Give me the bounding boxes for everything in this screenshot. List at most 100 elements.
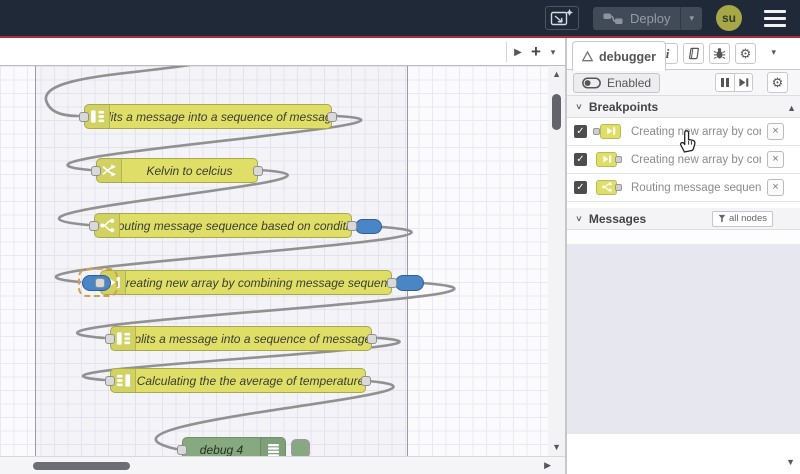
avatar-initials: su (721, 11, 736, 25)
breakpoints-section-header[interactable]: ∨ Breakpoints (567, 96, 800, 118)
add-flow-button[interactable]: + (527, 38, 545, 66)
config-tab-button[interactable]: ⚙ (735, 43, 756, 64)
scroll-down-icon[interactable]: ▼ (552, 443, 561, 452)
remove-breakpoint-button[interactable]: × (767, 123, 784, 140)
output-port[interactable] (327, 112, 337, 122)
input-port[interactable] (105, 376, 115, 386)
breakpoint-row[interactable]: ✓ Creating new array by combining messag… (567, 118, 800, 146)
debugger-settings-button[interactable]: ⚙ (767, 72, 788, 93)
sidebar-scroll-down-icon[interactable]: ▼ (786, 458, 795, 467)
input-port[interactable] (89, 221, 99, 231)
canvas-vertical-scrollbar[interactable]: ▲ ▼ (548, 66, 565, 456)
step-button[interactable] (734, 73, 753, 92)
breakpoint-label: Creating new array by combining message … (631, 153, 761, 166)
flow-node-change[interactable]: Kelvin to celcius (91, 158, 263, 183)
node-label: Splits a message into a sequence of mess… (136, 331, 371, 346)
flow-node-average[interactable]: Calculating the the average of temperatu… (105, 368, 371, 393)
remove-breakpoint-button[interactable]: × (767, 179, 784, 196)
breakpoint-pill-output[interactable] (355, 219, 382, 234)
input-port[interactable] (91, 166, 101, 176)
flow-node-split-1[interactable]: Splits a message into a sequence of mess… (79, 104, 337, 129)
node-label: Creating new array by combining message … (126, 275, 391, 290)
caret-down-icon: ▾ (689, 12, 694, 23)
flow-canvas[interactable]: Splits a message into a sequence of mess… (0, 66, 565, 456)
breakpoint-row[interactable]: ✓ Routing message sequence based on cond… (567, 174, 800, 202)
section-title: Breakpoints (588, 99, 659, 114)
flow-tab-strip: ▶ + ▾ (0, 38, 565, 66)
node-label: Routing message sequence based on condit… (120, 218, 351, 233)
node-label: debug 4 (199, 442, 244, 457)
input-port[interactable] (95, 278, 105, 288)
output-port[interactable] (347, 221, 357, 231)
breakpoint-checkbox[interactable]: ✓ (574, 125, 587, 138)
remove-breakpoint-button[interactable]: × (767, 151, 784, 168)
deploy-label: Deploy (630, 10, 671, 26)
deploy-button[interactable]: Deploy ▾ (593, 6, 702, 30)
debug-tab-button[interactable] (709, 43, 730, 64)
sidebar: debugger i ⚙ ▾ Enabled ⚙ ∨ Breakpoints ✓… (565, 38, 800, 474)
deploy-options-caret[interactable]: ▾ (680, 6, 702, 30)
caret-down-icon: ▾ (550, 46, 556, 57)
debug-list-icon (260, 438, 285, 456)
input-port[interactable] (177, 445, 187, 455)
enabled-label: Enabled (607, 76, 652, 90)
node-label: Splits a message into a sequence of mess… (110, 109, 331, 124)
user-avatar[interactable]: su (716, 5, 742, 31)
messages-empty-area (567, 230, 800, 244)
scroll-up-icon[interactable]: ▲ (552, 70, 561, 79)
section-title: Messages (588, 211, 647, 226)
sidebar-empty-area (567, 244, 800, 434)
tab-label: debugger (599, 49, 656, 64)
flow-node-join-selected[interactable]: Creating new array by combining message … (78, 268, 424, 297)
debugger-toolbar: Enabled ⚙ (567, 70, 800, 96)
breakpoint-pill-output[interactable] (395, 275, 424, 291)
node-label: Kelvin to celcius (146, 163, 233, 178)
breakpoint-label: Routing message sequence based on condit… (631, 181, 761, 194)
pause-button[interactable] (715, 73, 734, 92)
scroll-right-icon[interactable]: ▶ (544, 461, 551, 470)
flow-list-button[interactable]: ▾ (545, 38, 561, 66)
export-chart-button[interactable] (545, 6, 579, 30)
filter-label: all nodes (728, 213, 767, 224)
flow-node-split-2[interactable]: Splits a message into a sequence of mess… (105, 326, 377, 351)
step-next-icon (739, 78, 749, 87)
output-port[interactable] (387, 278, 397, 288)
output-port[interactable] (361, 376, 371, 386)
main-menu-button[interactable] (760, 6, 790, 31)
messages-section-header[interactable]: ∨ Messages all nodes (567, 208, 800, 230)
info-icon: i (665, 45, 670, 61)
tabstrip-separator (506, 42, 507, 62)
book-icon (689, 47, 699, 60)
mini-join-node-icon (593, 151, 625, 169)
sidebar-tabs-caret[interactable]: ▾ (771, 47, 776, 58)
filter-all-nodes-button[interactable]: all nodes (711, 210, 773, 227)
debugger-enabled-toggle[interactable]: Enabled (573, 73, 661, 93)
menu-icon (764, 9, 786, 13)
debug-toggle-button[interactable] (291, 439, 310, 456)
output-port[interactable] (253, 166, 263, 176)
tab-debugger[interactable]: debugger (572, 41, 666, 71)
gear-icon: ⚙ (771, 74, 784, 90)
horizontal-scroll-thumb[interactable] (33, 462, 130, 470)
debug-node[interactable]: debug 4 (177, 437, 286, 457)
vertical-scroll-thumb[interactable] (552, 94, 561, 130)
flow-node-switch[interactable]: Routing message sequence based on condit… (89, 213, 382, 238)
output-port[interactable] (367, 334, 377, 344)
bug-icon (713, 48, 726, 59)
breakpoint-row[interactable]: ✓ Creating new array by combining messag… (567, 146, 800, 174)
sidebar-scroll-up-icon[interactable]: ▲ (787, 104, 796, 113)
play-icon: ▶ (514, 46, 522, 58)
debugger-tab-icon (582, 51, 593, 62)
tab-scroll-right-button[interactable]: ▶ (509, 38, 527, 66)
breakpoint-checkbox[interactable]: ✓ (574, 181, 587, 194)
input-port[interactable] (105, 334, 115, 344)
breakpoint-checkbox[interactable]: ✓ (574, 153, 587, 166)
toggle-on-icon (582, 77, 601, 89)
input-port[interactable] (79, 112, 89, 122)
mini-join-node-icon (593, 123, 625, 141)
help-tab-button[interactable] (683, 43, 704, 64)
plus-icon: + (531, 42, 541, 61)
sidebar-tab-bar: debugger i ⚙ ▾ (567, 38, 800, 71)
export-chart-icon (550, 9, 573, 26)
canvas-horizontal-scrollbar[interactable]: ▶ (0, 456, 565, 474)
